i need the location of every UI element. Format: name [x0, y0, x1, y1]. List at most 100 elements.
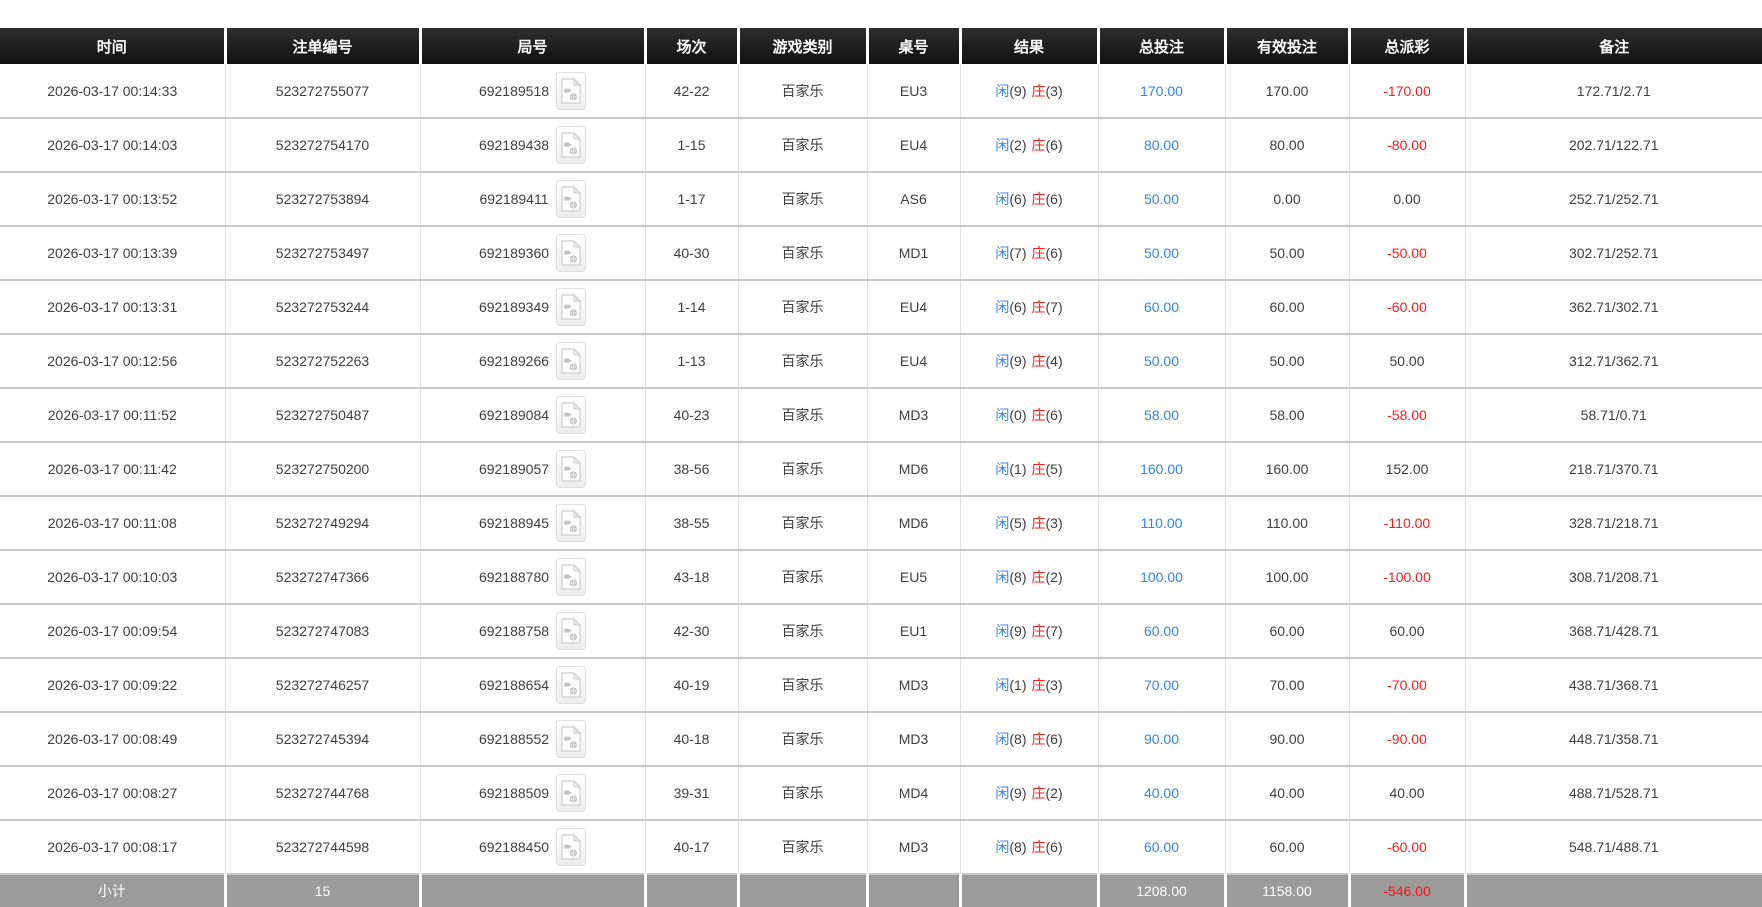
video-replay-button[interactable]	[556, 180, 586, 218]
video-replay-button[interactable]	[556, 450, 586, 488]
video-replay-button[interactable]	[556, 72, 586, 110]
result-player-value: (9)	[1009, 83, 1026, 99]
cell-game-type: 百家乐	[738, 280, 867, 334]
video-replay-button[interactable]	[556, 504, 586, 542]
video-replay-button[interactable]	[556, 396, 586, 434]
video-file-icon	[561, 456, 581, 482]
cell-round-id: 692189438	[420, 118, 645, 172]
cell-remark: 548.71/488.71	[1465, 820, 1762, 874]
cell-session: 38-56	[645, 442, 738, 496]
result-player-value: (1)	[1009, 461, 1026, 477]
cell-total-bet: 60.00	[1098, 604, 1225, 658]
cell-payout: -50.00	[1349, 226, 1465, 280]
table-row: 2026-03-17 00:11:42 523272750200 6921890…	[0, 442, 1762, 496]
cell-bet-id: 523272745394	[225, 712, 420, 766]
cell-game-type: 百家乐	[738, 226, 867, 280]
video-file-icon	[561, 564, 581, 590]
cell-payout: -80.00	[1349, 118, 1465, 172]
video-replay-button[interactable]	[556, 288, 586, 326]
cell-time: 2026-03-17 00:11:08	[0, 496, 225, 550]
result-banker-value: (5)	[1046, 461, 1063, 477]
round-id-text: 692189411	[479, 191, 548, 207]
cell-total-bet: 110.00	[1098, 496, 1225, 550]
cell-total-bet: 60.00	[1098, 280, 1225, 334]
cell-payout: -60.00	[1349, 280, 1465, 334]
round-id-text: 692189438	[479, 137, 549, 153]
table-row: 2026-03-17 00:08:49 523272745394 6921885…	[0, 712, 1762, 766]
result-banker-label: 庄	[1032, 299, 1046, 315]
cell-round-id: 692188450	[420, 820, 645, 874]
cell-result: 闲(2)庄(6)	[960, 118, 1098, 172]
result-banker-label: 庄	[1032, 731, 1046, 747]
round-id-text: 692189360	[479, 245, 549, 261]
result-banker-value: (2)	[1046, 785, 1063, 801]
table-row: 2026-03-17 00:13:52 523272753894 6921894…	[0, 172, 1762, 226]
table-row: 2026-03-17 00:12:56 523272752263 6921892…	[0, 334, 1762, 388]
subtotal-label: 小计	[0, 874, 225, 907]
video-file-icon	[561, 240, 581, 266]
round-id-text: 692189266	[479, 353, 549, 369]
round-id-text: 692188945	[479, 515, 549, 531]
cell-total-bet: 70.00	[1098, 658, 1225, 712]
cell-bet-id: 523272750200	[225, 442, 420, 496]
cell-bet-id: 523272746257	[225, 658, 420, 712]
cell-total-bet: 58.00	[1098, 388, 1225, 442]
cell-payout: -60.00	[1349, 820, 1465, 874]
cell-time: 2026-03-17 00:11:42	[0, 442, 225, 496]
cell-table-id: MD6	[867, 442, 960, 496]
table-header: 时间 注单编号 局号 场次 游戏类别 桌号 结果 总投注 有效投注 总派彩 备注	[0, 28, 1762, 64]
cell-bet-id: 523272747366	[225, 550, 420, 604]
result-banker-label: 庄	[1032, 191, 1046, 207]
result-player-label: 闲	[995, 569, 1009, 585]
video-replay-button[interactable]	[556, 558, 586, 596]
subtotal-empty-gametype	[738, 874, 867, 907]
video-replay-button[interactable]	[556, 828, 586, 866]
video-replay-button[interactable]	[556, 342, 586, 380]
cell-time: 2026-03-17 00:08:17	[0, 820, 225, 874]
video-replay-button[interactable]	[556, 774, 586, 812]
cell-game-type: 百家乐	[738, 712, 867, 766]
col-header-time: 时间	[0, 28, 225, 64]
cell-session: 40-30	[645, 226, 738, 280]
result-player-label: 闲	[995, 461, 1009, 477]
video-replay-button[interactable]	[556, 720, 586, 758]
cell-valid-bet: 160.00	[1225, 442, 1349, 496]
subtotal-valid-bet: 1158.00	[1225, 874, 1349, 907]
table-row: 2026-03-17 00:08:27 523272744768 6921885…	[0, 766, 1762, 820]
cell-round-id: 692188945	[420, 496, 645, 550]
cell-round-id: 692189518	[420, 64, 645, 118]
result-banker-label: 庄	[1032, 461, 1046, 477]
result-player-label: 闲	[995, 677, 1009, 693]
cell-valid-bet: 50.00	[1225, 334, 1349, 388]
video-file-icon	[561, 672, 581, 698]
video-replay-button[interactable]	[556, 612, 586, 650]
cell-remark: 218.71/370.71	[1465, 442, 1762, 496]
subtotal-empty-remark	[1465, 874, 1762, 907]
video-replay-button[interactable]	[556, 126, 586, 164]
cell-game-type: 百家乐	[738, 766, 867, 820]
cell-remark: 312.71/362.71	[1465, 334, 1762, 388]
subtotal-payout: -546.00	[1349, 874, 1465, 907]
cell-payout: 50.00	[1349, 334, 1465, 388]
result-banker-value: (6)	[1046, 191, 1063, 207]
video-replay-button[interactable]	[556, 234, 586, 272]
cell-bet-id: 523272753244	[225, 280, 420, 334]
cell-bet-id: 523272755077	[225, 64, 420, 118]
table-row: 2026-03-17 00:09:54 523272747083 6921887…	[0, 604, 1762, 658]
col-header-game-type: 游戏类别	[738, 28, 867, 64]
cell-valid-bet: 110.00	[1225, 496, 1349, 550]
cell-table-id: MD6	[867, 496, 960, 550]
result-player-value: (8)	[1009, 731, 1026, 747]
result-banker-label: 庄	[1032, 137, 1046, 153]
cell-total-bet: 90.00	[1098, 712, 1225, 766]
cell-total-bet: 80.00	[1098, 118, 1225, 172]
result-player-value: (9)	[1009, 785, 1026, 801]
result-player-value: (8)	[1009, 839, 1026, 855]
video-file-icon	[561, 78, 581, 104]
video-replay-button[interactable]	[556, 666, 586, 704]
result-banker-label: 庄	[1032, 515, 1046, 531]
cell-game-type: 百家乐	[738, 172, 867, 226]
cell-result: 闲(8)庄(6)	[960, 820, 1098, 874]
cell-total-bet: 100.00	[1098, 550, 1225, 604]
cell-time: 2026-03-17 00:09:54	[0, 604, 225, 658]
